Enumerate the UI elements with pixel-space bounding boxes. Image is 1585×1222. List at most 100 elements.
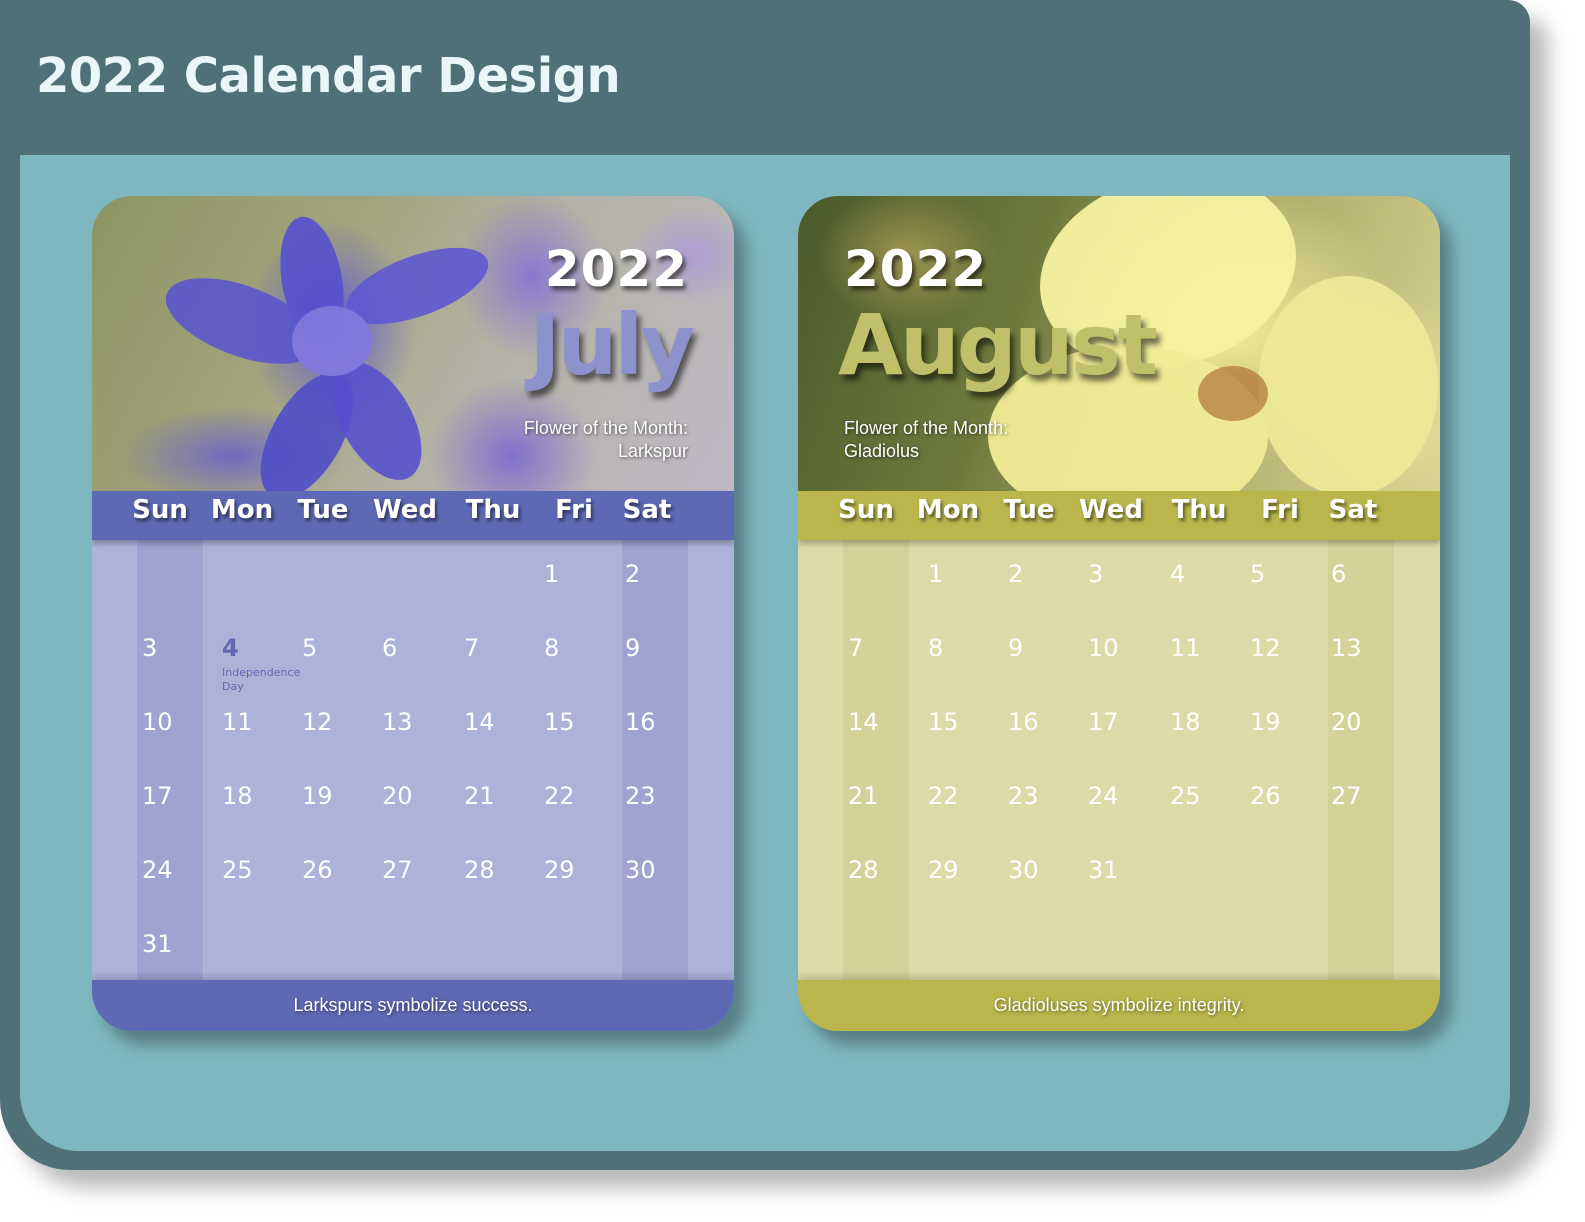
day-cell[interactable]: 12 bbox=[1250, 634, 1281, 662]
saturday-column-shade bbox=[1328, 540, 1394, 980]
day-grid: 1 2 3 4 5 6 7 8 9 10 11 12 13 14 15 16 17 18 19 20 21 22 23 24 2… bbox=[798, 540, 1440, 980]
footer-caption: Gladioluses symbolize integrity. bbox=[798, 980, 1440, 1031]
petal-shape bbox=[1258, 276, 1438, 491]
day-cell[interactable]: 5 bbox=[1250, 560, 1265, 588]
day-cell[interactable]: 23 bbox=[1008, 782, 1039, 810]
day-cell[interactable]: 27 bbox=[382, 856, 413, 884]
day-cell[interactable]: 1 bbox=[928, 560, 943, 588]
day-cell[interactable]: 18 bbox=[222, 782, 253, 810]
day-cell[interactable]: 20 bbox=[382, 782, 413, 810]
flower-of-month-label: Flower of the Month: bbox=[844, 418, 1009, 438]
day-cell[interactable]: 11 bbox=[222, 708, 253, 736]
day-cell[interactable]: 29 bbox=[928, 856, 959, 884]
calendar-card-august: 2022 August Flower of the Month: Gladiol… bbox=[798, 196, 1440, 1031]
flower-name: Larkspur bbox=[617, 441, 688, 461]
sunday-column-shade bbox=[137, 540, 203, 980]
day-cell[interactable]: 25 bbox=[1170, 782, 1201, 810]
year-label: 2022 bbox=[844, 240, 988, 298]
day-cell[interactable]: 5 bbox=[302, 634, 317, 662]
day-cell[interactable]: 19 bbox=[302, 782, 333, 810]
day-cell[interactable]: 20 bbox=[1331, 708, 1362, 736]
day-cell[interactable]: 4 bbox=[1170, 560, 1185, 588]
holiday-label: Independence Day bbox=[222, 666, 301, 693]
day-cell[interactable]: 3 bbox=[142, 634, 157, 662]
flower-center bbox=[1198, 366, 1268, 421]
weekday-tue: Tue bbox=[297, 495, 349, 525]
weekday-mon: Mon bbox=[210, 495, 274, 525]
day-cell[interactable]: 16 bbox=[625, 708, 656, 736]
day-cell[interactable]: 27 bbox=[1331, 782, 1362, 810]
year-label: 2022 bbox=[544, 240, 688, 298]
weekday-wed: Wed bbox=[1079, 495, 1143, 525]
day-cell[interactable]: 29 bbox=[544, 856, 575, 884]
calendar-card-july: 2022 July Flower of the Month: Larkspur … bbox=[92, 196, 734, 1031]
day-cell[interactable]: 8 bbox=[928, 634, 943, 662]
weekday-sat: Sat bbox=[1328, 495, 1378, 525]
day-cell[interactable]: 14 bbox=[848, 708, 879, 736]
weekday-mon: Mon bbox=[916, 495, 980, 525]
day-cell[interactable]: 22 bbox=[928, 782, 959, 810]
day-cell[interactable]: 15 bbox=[928, 708, 959, 736]
day-cell[interactable]: 21 bbox=[464, 782, 495, 810]
page-title: 2022 Calendar Design bbox=[36, 48, 621, 104]
day-cell[interactable]: 11 bbox=[1170, 634, 1201, 662]
day-cell[interactable]: 9 bbox=[625, 634, 640, 662]
footer-caption: Larkspurs symbolize success. bbox=[92, 980, 734, 1031]
day-cell[interactable]: 30 bbox=[625, 856, 656, 884]
day-cell[interactable]: 22 bbox=[544, 782, 575, 810]
weekday-thu: Thu bbox=[1171, 495, 1227, 525]
weekday-sun: Sun bbox=[132, 495, 188, 525]
month-label: August bbox=[838, 296, 1158, 394]
day-cell[interactable]: 6 bbox=[1331, 560, 1346, 588]
day-cell[interactable]: 24 bbox=[1088, 782, 1119, 810]
day-cell[interactable]: 6 bbox=[382, 634, 397, 662]
day-cell[interactable]: 15 bbox=[544, 708, 575, 736]
day-cell[interactable]: 26 bbox=[302, 856, 333, 884]
day-cell[interactable]: 25 bbox=[222, 856, 253, 884]
day-cell[interactable]: 19 bbox=[1250, 708, 1281, 736]
day-cell[interactable]: 24 bbox=[142, 856, 173, 884]
holiday-day-cell[interactable]: 4 bbox=[222, 634, 239, 662]
day-cell[interactable]: 9 bbox=[1008, 634, 1023, 662]
day-cell[interactable]: 3 bbox=[1088, 560, 1103, 588]
flower-of-month: Flower of the Month: Gladiolus bbox=[844, 417, 1008, 463]
day-cell[interactable]: 21 bbox=[848, 782, 879, 810]
weekday-thu: Thu bbox=[465, 495, 521, 525]
day-cell[interactable]: 28 bbox=[848, 856, 879, 884]
day-cell[interactable]: 18 bbox=[1170, 708, 1201, 736]
day-cell[interactable]: 14 bbox=[464, 708, 495, 736]
day-cell[interactable]: 30 bbox=[1008, 856, 1039, 884]
day-cell[interactable]: 17 bbox=[142, 782, 173, 810]
day-grid: 1 2 3 Independence Day 4 5 6 7 8 9 10 11 12 13 14 15 16 1… bbox=[92, 540, 734, 980]
weekday-header: Sun Mon Tue Wed Thu Fri Sat bbox=[92, 491, 734, 540]
day-cell[interactable]: 13 bbox=[382, 708, 413, 736]
day-cell[interactable]: 12 bbox=[302, 708, 333, 736]
day-cell[interactable]: 2 bbox=[1008, 560, 1023, 588]
flower-of-month: Flower of the Month: Larkspur bbox=[524, 417, 688, 463]
day-cell[interactable]: 28 bbox=[464, 856, 495, 884]
weekday-fri: Fri bbox=[555, 495, 593, 525]
day-cell[interactable]: 7 bbox=[848, 634, 863, 662]
flower-of-month-label: Flower of the Month: bbox=[523, 418, 688, 438]
day-cell[interactable]: 10 bbox=[142, 708, 173, 736]
weekday-tue: Tue bbox=[1003, 495, 1055, 525]
day-cell[interactable]: 31 bbox=[142, 930, 173, 958]
weekday-sat: Sat bbox=[622, 495, 672, 525]
day-cell[interactable]: 26 bbox=[1250, 782, 1281, 810]
saturday-column-shade bbox=[622, 540, 688, 980]
day-cell[interactable]: 16 bbox=[1008, 708, 1039, 736]
day-cell[interactable]: 23 bbox=[625, 782, 656, 810]
flower-center bbox=[292, 306, 372, 376]
day-cell[interactable]: 10 bbox=[1088, 634, 1119, 662]
weekday-header: Sun Mon Tue Wed Thu Fri Sat bbox=[798, 491, 1440, 540]
sunday-column-shade bbox=[843, 540, 909, 980]
day-cell[interactable]: 2 bbox=[625, 560, 640, 588]
day-cell[interactable]: 31 bbox=[1088, 856, 1119, 884]
day-cell[interactable]: 8 bbox=[544, 634, 559, 662]
flower-name: Gladiolus bbox=[844, 441, 920, 461]
day-cell[interactable]: 7 bbox=[464, 634, 479, 662]
day-cell[interactable]: 17 bbox=[1088, 708, 1119, 736]
weekday-fri: Fri bbox=[1261, 495, 1299, 525]
day-cell[interactable]: 1 bbox=[544, 560, 559, 588]
day-cell[interactable]: 13 bbox=[1331, 634, 1362, 662]
